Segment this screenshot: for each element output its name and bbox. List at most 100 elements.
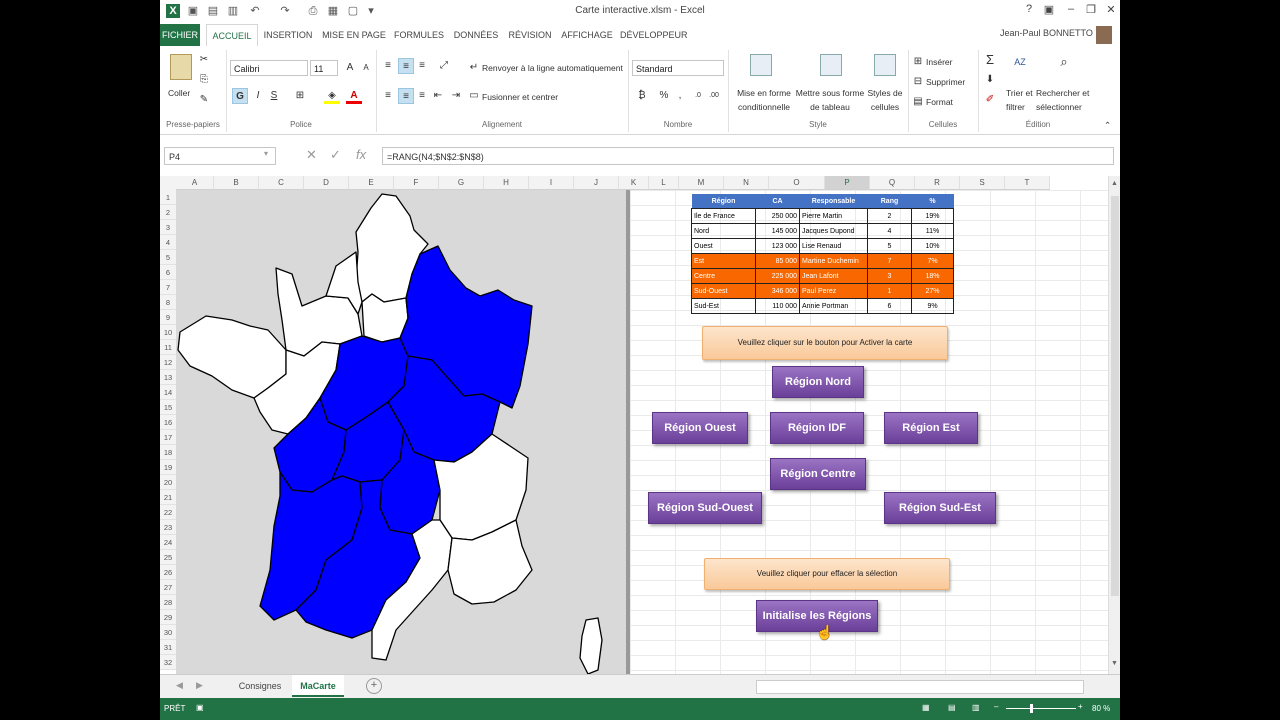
row-header-22[interactable]: 22 — [160, 505, 176, 520]
row-header-29[interactable]: 29 — [160, 610, 176, 625]
delete-cells-button[interactable]: Supprimer — [926, 77, 965, 87]
row-header-15[interactable]: 15 — [160, 400, 176, 415]
increase-decimal-icon[interactable]: .0 — [690, 88, 706, 104]
row-header-3[interactable]: 3 — [160, 220, 176, 235]
cell-rang[interactable]: 3 — [867, 268, 912, 284]
header-region[interactable]: Région — [691, 194, 756, 209]
user-avatar[interactable] — [1096, 26, 1112, 44]
region-centre-button[interactable]: Région Centre — [770, 458, 866, 490]
row-header-31[interactable]: 31 — [160, 640, 176, 655]
cell-pct[interactable]: 27% — [911, 283, 954, 299]
row-header-17[interactable]: 17 — [160, 430, 176, 445]
cell-ca[interactable]: 225 000 — [755, 268, 800, 284]
align-center-icon[interactable]: ≡ — [398, 88, 414, 104]
paste-icon[interactable] — [170, 54, 192, 80]
cell-rang[interactable]: 4 — [867, 223, 912, 239]
row-header-13[interactable]: 13 — [160, 370, 176, 385]
sheet-tab-consignes[interactable]: Consignes — [230, 675, 290, 697]
row-header-27[interactable]: 27 — [160, 580, 176, 595]
cell-resp[interactable]: Jacques Dupond — [799, 223, 868, 239]
row-header-14[interactable]: 14 — [160, 385, 176, 400]
insert-cells-icon[interactable]: ⊞ — [910, 54, 926, 70]
decrease-indent-icon[interactable]: ⇤ — [430, 88, 446, 104]
sort-label-1[interactable]: Trier et — [1006, 88, 1033, 98]
page-layout-view-icon[interactable]: ▤ — [948, 703, 956, 712]
close-icon[interactable]: ✕ — [1102, 3, 1120, 16]
row-header-9[interactable]: 9 — [160, 310, 176, 325]
restore-icon[interactable]: ❐ — [1082, 3, 1100, 16]
align-middle-icon[interactable]: ≡ — [398, 58, 414, 74]
sort-filter-icon[interactable]: AZ — [1012, 54, 1028, 70]
format-painter-icon[interactable]: ✎ — [196, 92, 212, 108]
row-header-24[interactable]: 24 — [160, 535, 176, 550]
map-region-bretagne[interactable] — [177, 315, 287, 399]
cell-ca[interactable]: 110 000 — [755, 298, 800, 314]
font-name-select[interactable]: Calibri — [230, 60, 308, 76]
row-header-20[interactable]: 20 — [160, 475, 176, 490]
cell-region[interactable]: Ouest — [691, 238, 756, 254]
help-icon[interactable]: ? — [1020, 3, 1038, 15]
row-header-1[interactable]: 1 — [160, 190, 176, 205]
confirm-entry-icon[interactable]: ✓ — [330, 147, 341, 163]
column-header-h[interactable]: H — [484, 176, 529, 190]
increase-indent-icon[interactable]: ⇥ — [448, 88, 464, 104]
collapse-ribbon-icon[interactable]: ⌃ — [1104, 120, 1111, 131]
cell-resp[interactable]: Jean Lafont — [799, 268, 868, 284]
cut-icon[interactable]: ✂ — [196, 52, 212, 68]
paste-label[interactable]: Coller — [168, 88, 190, 98]
italic-button[interactable]: I — [250, 88, 266, 104]
delete-cells-icon[interactable]: ⊟ — [910, 74, 926, 90]
cell-region[interactable]: Nord — [691, 223, 756, 239]
cell-pct[interactable]: 9% — [911, 298, 954, 314]
region-sud-ouest-button[interactable]: Région Sud-Ouest — [648, 492, 762, 524]
format-as-table-icon[interactable] — [820, 54, 842, 76]
tab-home[interactable]: ACCUEIL — [206, 24, 258, 48]
header-pct[interactable]: % — [911, 194, 954, 209]
header-ca[interactable]: CA — [755, 194, 800, 209]
tab-insert[interactable]: INSERTION — [260, 24, 316, 46]
row-header-2[interactable]: 2 — [160, 205, 176, 220]
currency-icon[interactable]: ₿ — [634, 88, 650, 104]
horizontal-scrollbar[interactable] — [756, 680, 1084, 694]
find-label-1[interactable]: Rechercher et — [1036, 88, 1089, 98]
merge-button[interactable]: Fusionner et centrer — [482, 92, 558, 102]
column-header-g[interactable]: G — [439, 176, 484, 190]
row-header-32[interactable]: 32 — [160, 655, 176, 670]
cell-pct[interactable]: 18% — [911, 268, 954, 284]
wrap-text-icon[interactable]: ↵ — [466, 60, 482, 76]
ribbon-options-icon[interactable]: ▣ — [1040, 3, 1058, 16]
scroll-up-icon[interactable]: ▲ — [1111, 180, 1118, 187]
row-header-28[interactable]: 28 — [160, 595, 176, 610]
next-sheet-icon[interactable]: ▶ — [196, 680, 203, 691]
bold-button[interactable]: G — [232, 88, 248, 104]
column-header-n[interactable]: N — [724, 176, 769, 190]
column-header-l[interactable]: L — [649, 176, 679, 190]
column-header-t[interactable]: T — [1005, 176, 1050, 190]
row-header-23[interactable]: 23 — [160, 520, 176, 535]
cell-region[interactable]: Centre — [691, 268, 756, 284]
cell-rang[interactable]: 1 — [867, 283, 912, 299]
select-all-corner[interactable] — [160, 176, 176, 191]
column-header-b[interactable]: B — [214, 176, 259, 190]
column-header-s[interactable]: S — [960, 176, 1005, 190]
row-header-19[interactable]: 19 — [160, 460, 176, 475]
cell-pct[interactable]: 7% — [911, 253, 954, 269]
tab-view[interactable]: AFFICHAGE — [560, 24, 614, 46]
column-header-o[interactable]: O — [769, 176, 825, 190]
new-sheet-icon[interactable]: + — [366, 678, 382, 694]
fill-color-icon[interactable]: ◈ — [324, 88, 340, 104]
cell-styles-icon[interactable] — [874, 54, 896, 76]
row-header-12[interactable]: 12 — [160, 355, 176, 370]
insert-cells-button[interactable]: Insérer — [926, 57, 952, 67]
row-header-21[interactable]: 21 — [160, 490, 176, 505]
column-header-j[interactable]: J — [574, 176, 619, 190]
tab-page-layout[interactable]: MISE EN PAGE — [322, 24, 386, 46]
tab-data[interactable]: DONNÉES — [452, 24, 500, 46]
copy-icon[interactable]: ⎘ — [196, 72, 212, 88]
header-responsable[interactable]: Responsable — [799, 194, 868, 209]
row-header-18[interactable]: 18 — [160, 445, 176, 460]
cell-rang[interactable]: 5 — [867, 238, 912, 254]
cell-region[interactable]: Est — [691, 253, 756, 269]
region-nord-button[interactable]: Région Nord — [772, 366, 864, 398]
column-header-m[interactable]: M — [679, 176, 724, 190]
